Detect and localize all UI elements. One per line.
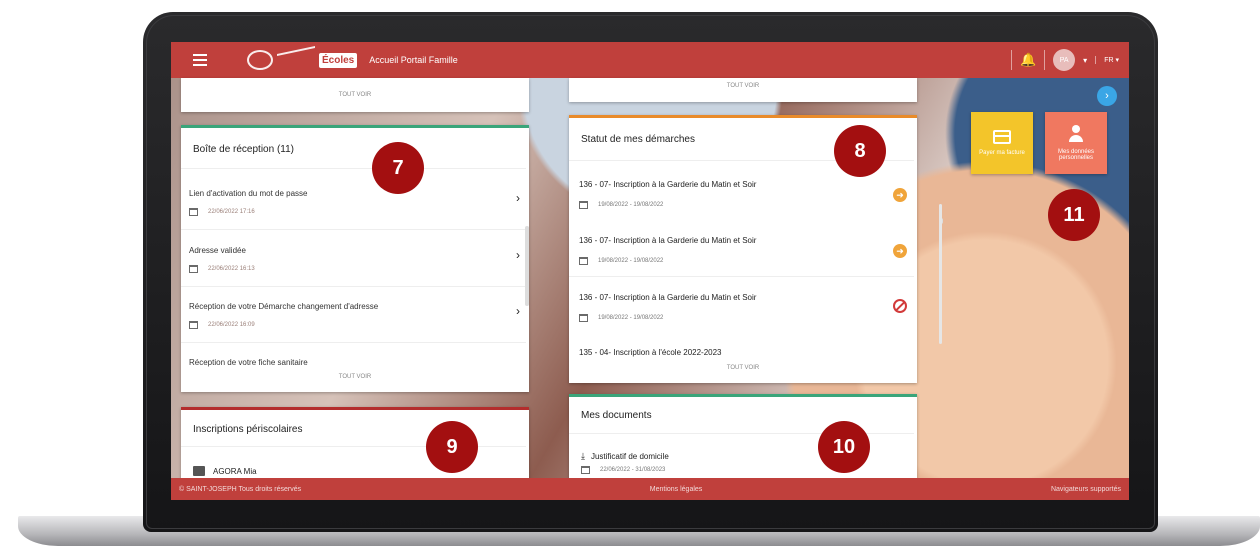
- inbox-item-title: Lien d'activation du mot de passe: [189, 189, 308, 198]
- language-label: FR: [1104, 57, 1114, 64]
- status-item-title: 135 - 04- Inscription à l'école 2022-202…: [579, 348, 722, 357]
- status-item-title: 136 - 07- Inscription à la Garderie du M…: [579, 180, 757, 189]
- pay-invoice-tile[interactable]: Payer ma facture: [971, 112, 1033, 174]
- app-title: Accueil Portail Famille: [369, 55, 458, 65]
- document-date: 22/06/2022 - 31/08/2023: [581, 466, 669, 474]
- child-name: AGORA Mia: [213, 466, 257, 476]
- date-text: 19/08/2022 - 19/08/2022: [598, 202, 664, 208]
- see-all-link[interactable]: TOUT VOIR: [181, 92, 529, 98]
- calendar-icon: [579, 314, 588, 322]
- date-text: 22/06/2022 16:13: [208, 266, 255, 272]
- divider: [181, 286, 526, 287]
- calendar-icon: [189, 208, 198, 216]
- chevron-right-icon[interactable]: ›: [516, 304, 520, 318]
- divider: [181, 168, 526, 169]
- status-item-date: 19/08/2022 - 19/08/2022: [579, 314, 907, 322]
- avatar[interactable]: PA: [1053, 49, 1076, 71]
- document-title: Justificatif de domicile: [590, 452, 669, 461]
- status-item[interactable]: 136 - 07- Inscription à la Garderie du M…: [579, 236, 907, 265]
- inbox-item-date: 22/06/2022 16:13: [189, 265, 524, 273]
- see-all-link[interactable]: TOUT VOIR: [569, 365, 917, 371]
- top-middle-card: TOUT VOIR: [569, 78, 917, 102]
- calendar-icon: [189, 321, 198, 329]
- scrollbar[interactable]: [525, 226, 529, 306]
- laptop-mockup: Écoles Accueil Portail Famille 🔔 PA ▾ FR…: [0, 0, 1260, 558]
- divider: [181, 342, 526, 343]
- top-left-card: TOUT VOIR: [181, 78, 529, 112]
- footer: © SAINT-JOSEPH Tous droits réservés Ment…: [171, 478, 1129, 500]
- date-text: 19/08/2022 - 19/08/2022: [598, 258, 664, 264]
- chevron-down-icon[interactable]: ▾: [1083, 56, 1087, 65]
- inbox-item-date: 22/06/2022 17:16: [189, 208, 524, 216]
- status-item-title: 136 - 07- Inscription à la Garderie du M…: [579, 293, 757, 302]
- status-item-title: 136 - 07- Inscription à la Garderie du M…: [579, 236, 757, 245]
- download-icon[interactable]: ⤓: [581, 451, 585, 462]
- date-text: 22/06/2022 16:09: [208, 322, 255, 328]
- status-item[interactable]: 136 - 07- Inscription à la Garderie du M…: [579, 180, 907, 209]
- inbox-item[interactable]: Adresse validée 22/06/2022 16:13 ›: [189, 246, 524, 273]
- divider: [569, 276, 914, 277]
- date-text: 19/08/2022 - 19/08/2022: [598, 315, 664, 321]
- inbox-item[interactable]: Réception de votre fiche sanitaire: [189, 358, 524, 367]
- copyright-text: © SAINT-JOSEPH Tous droits réservés: [179, 485, 302, 493]
- ban-icon[interactable]: [893, 299, 907, 313]
- logo-mountains-icon: [277, 45, 315, 75]
- date-text: 22/06/2022 - 31/08/2023: [600, 467, 666, 473]
- scrollbar-track[interactable]: [939, 204, 942, 344]
- legal-link[interactable]: Mentions légales: [650, 486, 703, 493]
- language-selector[interactable]: FR ▾: [1095, 56, 1119, 64]
- documents-title: Mes documents: [581, 410, 652, 421]
- calendar-icon: [189, 265, 198, 273]
- logo-mark-icon: [247, 50, 273, 70]
- next-arrow-button[interactable]: ›: [1097, 86, 1117, 106]
- callout-badge-7: 7: [372, 142, 424, 194]
- menu-icon[interactable]: [193, 54, 207, 66]
- credit-card-icon: [993, 130, 1011, 144]
- pay-invoice-label: Payer ma facture: [979, 150, 1025, 156]
- callout-badge-8: 8: [834, 125, 886, 177]
- divider: [181, 229, 526, 230]
- person-icon: [1067, 125, 1085, 143]
- logo[interactable]: Écoles: [247, 45, 358, 75]
- bell-icon[interactable]: 🔔: [1010, 50, 1046, 70]
- portal-screen: Écoles Accueil Portail Famille 🔔 PA ▾ FR…: [171, 42, 1129, 500]
- chevron-right-icon[interactable]: ›: [516, 191, 520, 205]
- logo-ecoles: Écoles: [319, 52, 358, 68]
- folder-icon: [193, 466, 205, 476]
- calendar-icon: [579, 201, 588, 209]
- status-item[interactable]: 136 - 07- Inscription à la Garderie du M…: [579, 293, 907, 322]
- status-item-date: 19/08/2022 - 19/08/2022: [579, 201, 907, 209]
- arrow-right-icon[interactable]: ➜: [893, 244, 907, 258]
- inbox-item-title: Réception de votre fiche sanitaire: [189, 358, 308, 367]
- browsers-link[interactable]: Navigateurs supportés: [1051, 486, 1121, 493]
- document-item[interactable]: ⤓ Justificatif de domicile 22/06/2022 - 3…: [581, 451, 669, 474]
- status-item[interactable]: 135 - 04- Inscription à l'école 2022-202…: [579, 348, 907, 357]
- date-text: 22/06/2022 17:16: [208, 209, 255, 215]
- arrow-right-icon[interactable]: ➜: [893, 188, 907, 202]
- inbox-title: Boîte de réception (11): [193, 144, 294, 155]
- inbox-card: Boîte de réception (11) Lien d'activatio…: [181, 125, 529, 392]
- inbox-item-title: Réception de votre Démarche changement d…: [189, 302, 379, 311]
- status-item-date: 19/08/2022 - 19/08/2022: [579, 257, 907, 265]
- periscolaire-title: Inscriptions périscolaires: [193, 424, 303, 435]
- calendar-icon: [581, 466, 590, 474]
- see-all-link[interactable]: TOUT VOIR: [569, 83, 917, 89]
- callout-badge-11: 11: [1048, 189, 1100, 241]
- calendar-icon: [579, 257, 588, 265]
- periscolaire-item[interactable]: AGORA Mia: [193, 466, 257, 476]
- top-bar: Écoles Accueil Portail Famille 🔔 PA ▾ FR…: [171, 42, 1129, 78]
- inbox-item[interactable]: Réception de votre Démarche changement d…: [189, 302, 524, 329]
- callout-badge-9: 9: [426, 421, 478, 473]
- document-title-row: ⤓ Justificatif de domicile: [581, 451, 669, 462]
- callout-badge-10: 10: [818, 421, 870, 473]
- chevron-right-icon[interactable]: ›: [516, 248, 520, 262]
- top-right-controls: 🔔 PA ▾ FR ▾: [1010, 42, 1119, 78]
- inbox-item-date: 22/06/2022 16:09: [189, 321, 524, 329]
- inbox-item[interactable]: Lien d'activation du mot de passe 22/06/…: [189, 189, 524, 216]
- inbox-item-title: Adresse validée: [189, 246, 246, 255]
- personal-data-label-2: personnelles: [1058, 155, 1094, 161]
- see-all-link[interactable]: TOUT VOIR: [181, 374, 529, 380]
- personal-data-tile[interactable]: Mes données personnelles: [1045, 112, 1107, 174]
